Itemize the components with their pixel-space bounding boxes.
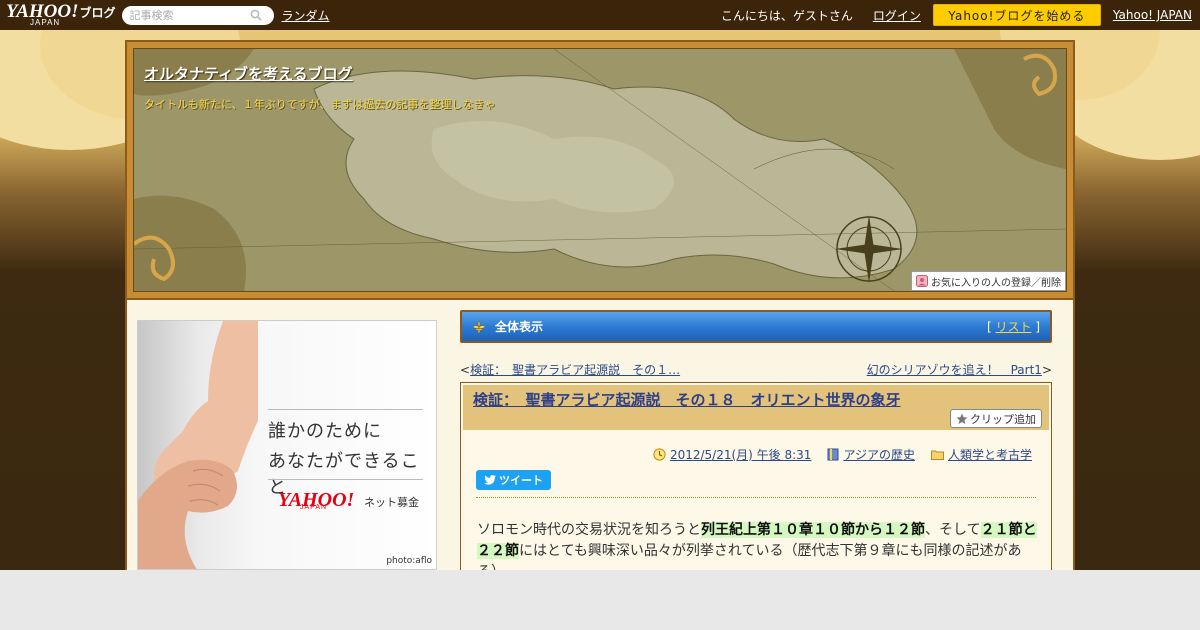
category-link[interactable]: アジアの歴史: [843, 446, 915, 463]
prev-article: <検証： 聖書アラビア起源説 その１…: [460, 363, 681, 377]
post-category: アジアの歴史: [827, 446, 915, 463]
search-icon[interactable]: [250, 9, 262, 21]
favorite-icon: [916, 275, 928, 287]
blog-header: オルタナティブを考えるブログ タイトルも新たに、１年ぶりですが、まずは過去の記事…: [125, 40, 1075, 300]
blog-subtitle: タイトルも新たに、１年ぶりですが、まずは過去の記事を整理しなきゃ: [144, 98, 496, 111]
book-icon: [827, 448, 839, 461]
article-header: 検証： 聖書アラビア起源説 その１８ オリエント世界の象牙 クリップ追加: [463, 385, 1049, 430]
main-content: 誰かのために あなたができること YAHOO! JAPAN ネット募金 phot…: [125, 300, 1075, 582]
star-icon: [956, 413, 968, 424]
folder-link[interactable]: 人類学と考古学: [948, 446, 1032, 463]
post-folder: 人類学と考古学: [930, 446, 1032, 463]
article-column: 全体表示 [ リスト ] <検証： 聖書アラビア起源説 その１… 幻のシリアゾウ…: [460, 310, 1052, 582]
map-illustration: [134, 49, 1066, 291]
logo-sub: JAPAN: [30, 18, 61, 27]
article: 検証： 聖書アラビア起源説 その１８ オリエント世界の象牙 クリップ追加 201…: [460, 382, 1052, 582]
prev-article-link[interactable]: 検証： 聖書アラビア起源説 その１…: [470, 363, 680, 377]
view-all-bar: 全体表示 [ リスト ]: [460, 310, 1052, 343]
greeting-text: こんにちは、ゲストさん: [720, 8, 853, 23]
post-date-link[interactable]: 2012/5/21(月) 午後 8:31: [670, 446, 811, 463]
logo-blog: ブログ: [79, 6, 116, 20]
map-banner: オルタナティブを考えるブログ タイトルも新たに、１年ぶりですが、まずは過去の記事…: [133, 48, 1067, 292]
favorite-register-button[interactable]: お気に入りの人の登録／削除: [911, 271, 1066, 291]
next-article: 幻のシリアゾウを追え！ Part1>: [866, 363, 1052, 377]
article-divider: [476, 497, 1036, 498]
search-input[interactable]: [129, 8, 250, 22]
post-date: 2012/5/21(月) 午後 8:31: [653, 446, 811, 463]
list-link[interactable]: リスト: [995, 320, 1031, 334]
ad-photo-credit: photo:aflo: [386, 556, 432, 566]
ad-line-1: 誰かのために: [268, 421, 382, 442]
yahoo-japan-link[interactable]: Yahoo! JAPAN: [1113, 8, 1192, 22]
hands-image: [138, 321, 258, 569]
yahoo-topbar: YAHOO! JAPAN ブログ ランダム こんにちは、ゲストさん ログイン Y…: [0, 0, 1200, 30]
ad-yahoo-japan: JAPAN: [300, 504, 328, 511]
blog-title-link[interactable]: オルタナティブを考えるブログ: [144, 63, 353, 84]
ad-donation-label: ネット募金: [364, 496, 419, 509]
clip-add-button[interactable]: クリップ追加: [950, 409, 1042, 428]
article-meta: 2012/5/21(月) 午後 8:31 アジアの歴史 人類学と考古学: [637, 446, 1032, 463]
twitter-bird-icon: [484, 475, 496, 485]
clock-icon: [653, 448, 666, 461]
article-nav: <検証： 聖書アラビア起源説 その１… 幻のシリアゾウを追え！ Part1>: [460, 361, 1052, 378]
clip-add-label: クリップ追加: [970, 412, 1036, 426]
list-link-wrap: [ リスト ]: [986, 320, 1040, 334]
start-blog-button[interactable]: Yahoo!ブログを始める: [932, 4, 1101, 26]
search-box[interactable]: [121, 5, 274, 25]
highlight-verse-1: 列王紀上第１０章１０節から１２節: [701, 522, 925, 538]
topbar-right: こんにちは、ゲストさん ログイン Yahoo!ブログを始める Yahoo! JA…: [721, 4, 1200, 26]
view-all-label: 全体表示: [495, 320, 544, 334]
yahoo-blog-logo[interactable]: YAHOO! JAPAN ブログ: [6, 1, 116, 29]
random-link[interactable]: ランダム: [282, 7, 330, 24]
bottom-strip: [0, 570, 1200, 630]
tweet-button[interactable]: ツイート: [476, 470, 551, 490]
next-article-link[interactable]: 幻のシリアゾウを追え！ Part1: [867, 363, 1042, 377]
donation-ad[interactable]: 誰かのために あなたができること YAHOO! JAPAN ネット募金 phot…: [137, 320, 437, 570]
article-title-link[interactable]: 検証： 聖書アラビア起源説 その１８ オリエント世界の象牙: [473, 391, 901, 409]
favorite-label: お気に入りの人の登録／削除: [931, 277, 1061, 289]
fleur-de-lis-icon: [472, 320, 486, 333]
folder-icon: [930, 450, 944, 460]
login-link[interactable]: ログイン: [873, 7, 921, 24]
tweet-label: ツイート: [499, 474, 543, 487]
